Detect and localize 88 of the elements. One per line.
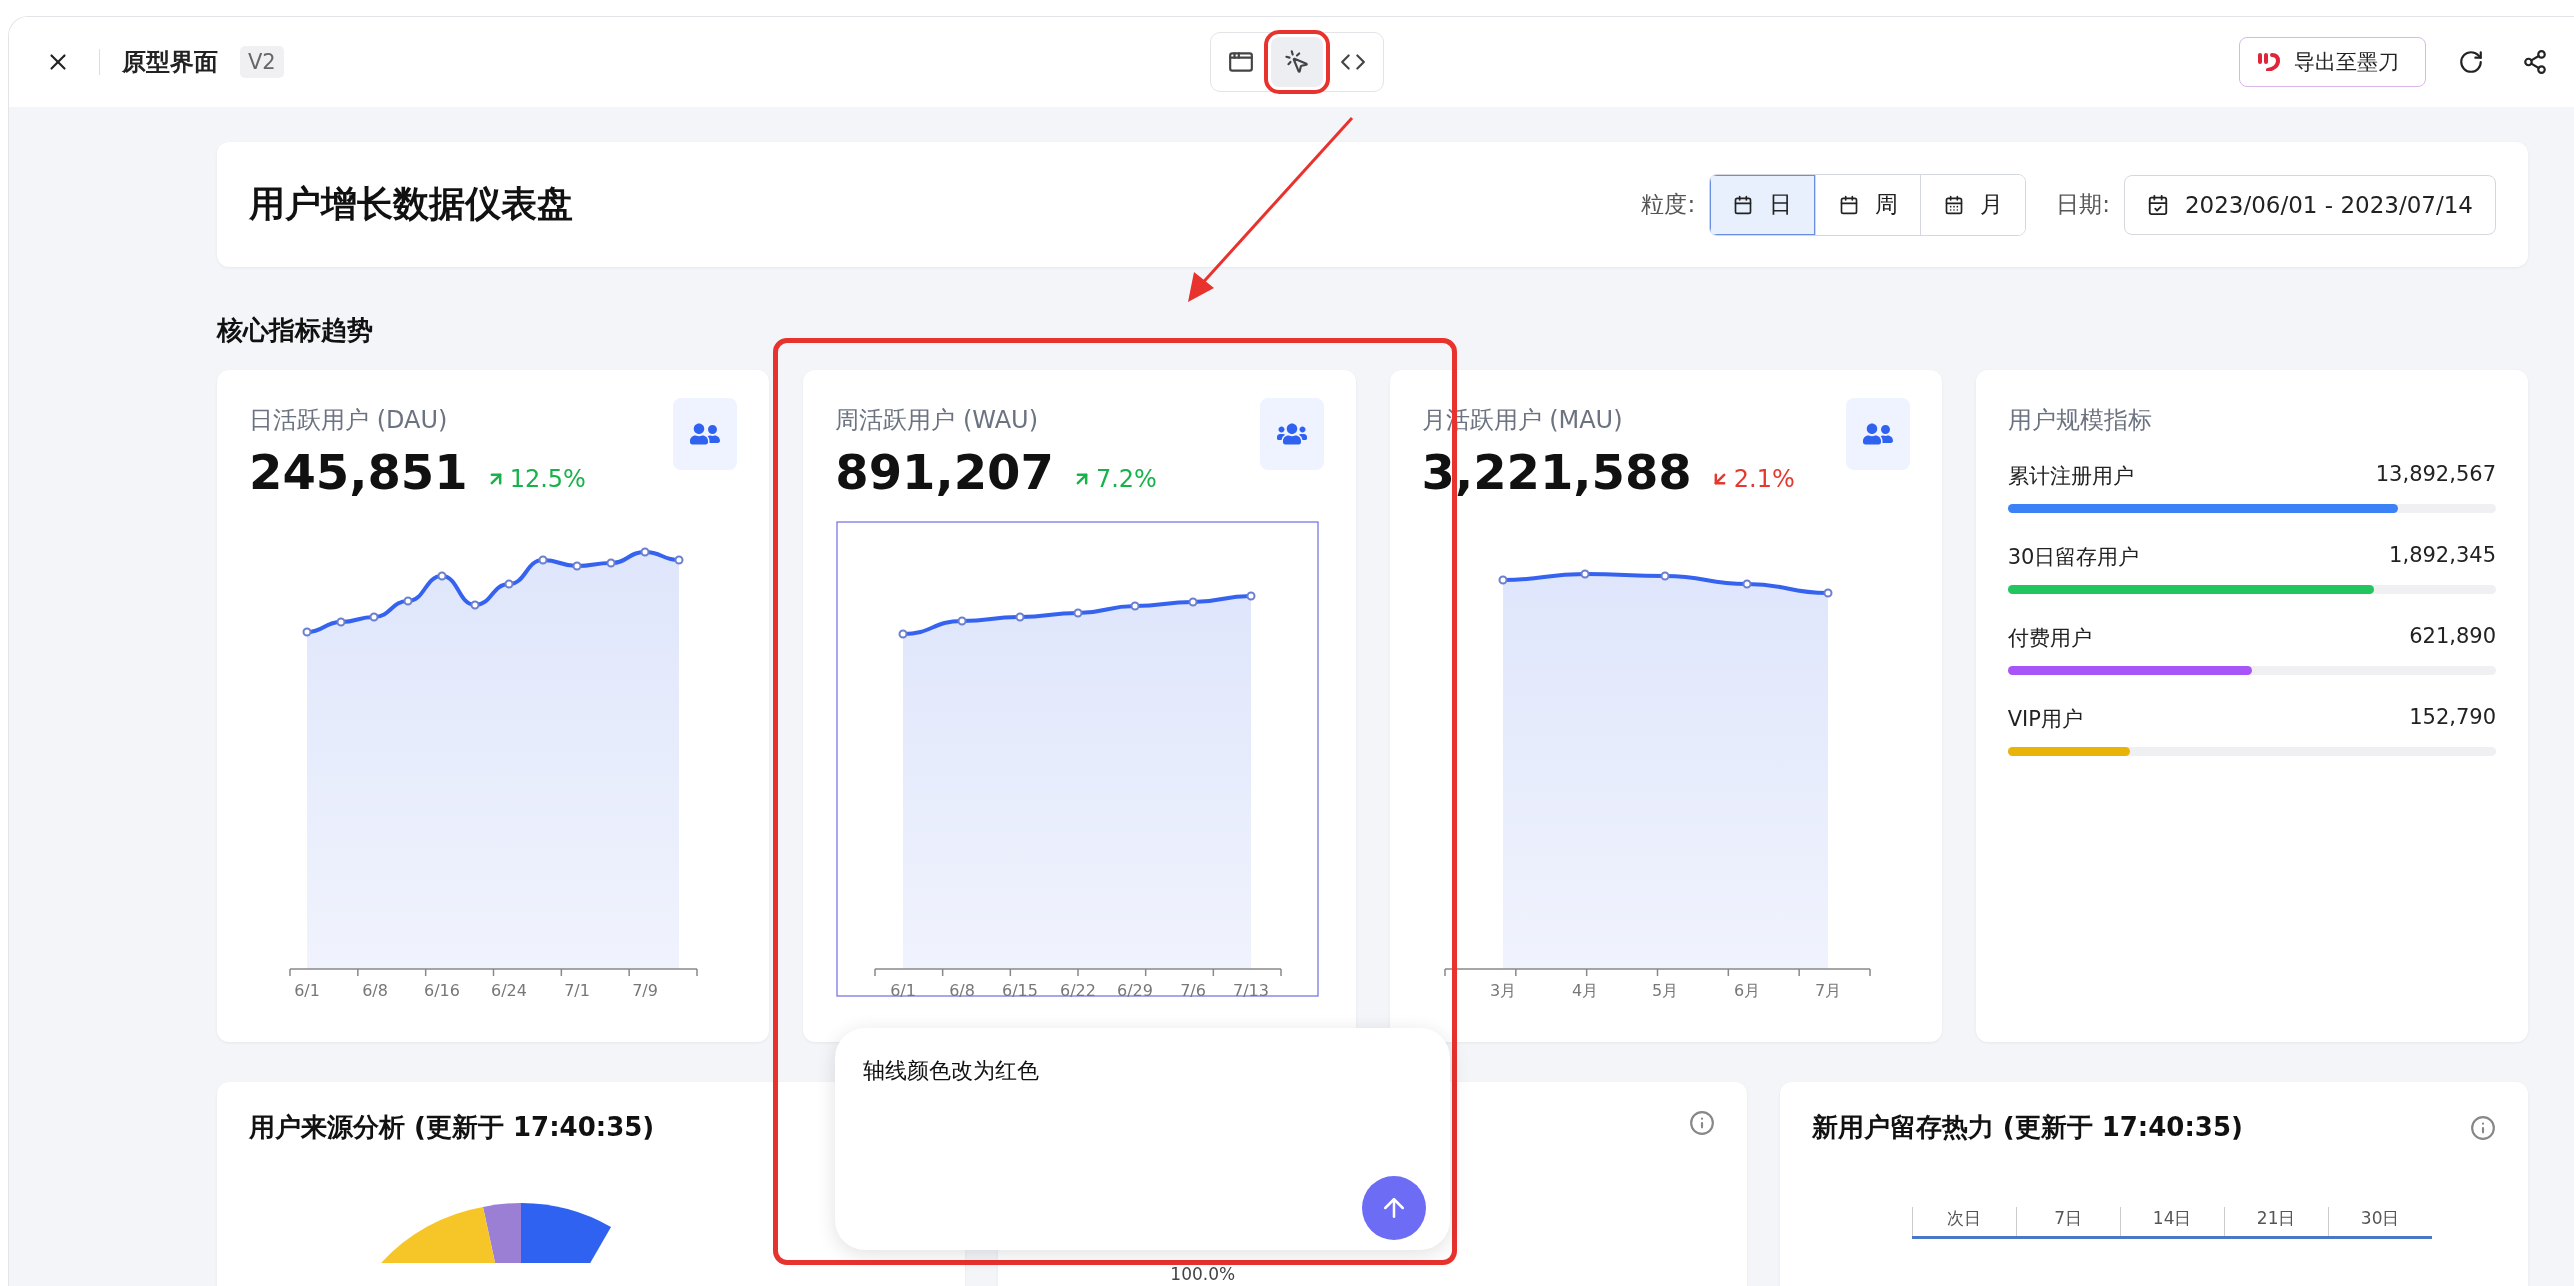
refresh-icon bbox=[2458, 49, 2484, 75]
scale-label: 付费用户 bbox=[2007, 625, 2092, 652]
data-point bbox=[437, 571, 447, 581]
app-title: 原型界面 bbox=[122, 47, 218, 78]
date-range-picker[interactable]: 2023/06/01 - 2023/07/14 bbox=[2123, 174, 2496, 235]
axis-label: 6/1 bbox=[294, 981, 320, 1000]
prompt-input[interactable]: 轴线颜色改为红色 bbox=[863, 1056, 1403, 1176]
axis-label: 4月 bbox=[1571, 981, 1598, 1000]
export-button[interactable]: 导出至墨刀 bbox=[2239, 37, 2426, 87]
axis-label: 6/8 bbox=[949, 981, 976, 1000]
axis-label: 7/13 bbox=[1233, 981, 1270, 1000]
axis-label: 7月 bbox=[1814, 981, 1841, 1000]
axis-label: 6/15 bbox=[1002, 981, 1039, 1000]
metric-value: 245,851 bbox=[249, 444, 468, 500]
axis-label: 6/24 bbox=[491, 981, 527, 1000]
card-title: 新用户留存热力 (更新于 17:40:35) bbox=[1811, 1111, 2243, 1144]
metric-change: 7.2% bbox=[1071, 465, 1157, 493]
calendar-icon bbox=[1733, 194, 1754, 215]
dashboard-title: 用户增长数据仪表盘 bbox=[249, 182, 573, 226]
section-title: 核心指标趋势 bbox=[217, 314, 374, 347]
calendar-icon bbox=[1838, 194, 1859, 215]
scale-value: 621,890 bbox=[2409, 624, 2496, 650]
axis-label: 7/9 bbox=[632, 981, 658, 1000]
calendar-check-icon bbox=[2146, 193, 2169, 216]
scale-label: 30日留存用户 bbox=[2007, 544, 2140, 571]
data-point bbox=[336, 617, 346, 627]
column-header: 30日 bbox=[2327, 1207, 2432, 1236]
info-icon[interactable] bbox=[1688, 1110, 1715, 1136]
date-label: 日期: bbox=[2056, 190, 2110, 219]
data-point bbox=[1015, 612, 1025, 622]
axis-label: 7/6 bbox=[1180, 981, 1207, 1000]
data-point bbox=[1130, 601, 1140, 611]
column-header: 21日 bbox=[2223, 1207, 2328, 1236]
metric-change: 12.5% bbox=[485, 465, 586, 493]
axis-label: 3月 bbox=[1489, 981, 1516, 1000]
data-point bbox=[302, 627, 312, 637]
scale-label: 累计注册用户 bbox=[2007, 463, 2134, 490]
data-point bbox=[572, 561, 582, 571]
column-header: 14日 bbox=[2119, 1207, 2224, 1236]
granularity-label: 粒度: bbox=[1641, 190, 1696, 219]
scale-value: 152,790 bbox=[2409, 705, 2496, 731]
axis-label: 6/1 bbox=[890, 981, 917, 1000]
logo-icon bbox=[2258, 53, 2282, 71]
calendar-icon bbox=[1943, 194, 1964, 215]
info-icon[interactable] bbox=[2470, 1114, 2496, 1141]
percent-label: 100.0% bbox=[1170, 1264, 1236, 1284]
data-point bbox=[403, 596, 413, 606]
axis-label: 5月 bbox=[1651, 981, 1678, 1000]
data-point bbox=[1498, 575, 1507, 585]
scale-label: VIP用户 bbox=[2007, 706, 2083, 733]
data-point bbox=[470, 600, 480, 610]
data-point bbox=[538, 555, 548, 565]
column-header: 次日 bbox=[1911, 1207, 2016, 1236]
scale-value: 13,892,567 bbox=[2375, 462, 2496, 488]
metric-value: 891,207 bbox=[835, 444, 1054, 500]
data-point bbox=[898, 629, 908, 639]
data-point bbox=[1823, 588, 1832, 598]
data-point bbox=[606, 558, 616, 568]
axis-label: 6/22 bbox=[1060, 981, 1097, 1000]
data-point bbox=[1660, 571, 1669, 581]
scale-value: 1,892,345 bbox=[2389, 543, 2496, 569]
version-badge: V2 bbox=[240, 46, 284, 78]
metric-title: 周活跃用户 (WAU) bbox=[835, 405, 1038, 436]
axis-label: 6/8 bbox=[362, 981, 388, 1000]
granularity-tab[interactable]: 月 bbox=[1920, 174, 2026, 235]
data-point bbox=[1246, 591, 1256, 601]
data-point bbox=[674, 555, 684, 565]
data-point bbox=[1188, 597, 1198, 607]
card-title: 用户来源分析 (更新于 17:40:35) bbox=[249, 1111, 656, 1144]
axis-label: 6月 bbox=[1733, 981, 1760, 1000]
data-point bbox=[504, 579, 514, 589]
axis-label: 6/29 bbox=[1117, 981, 1154, 1000]
scale-title: 用户规模指标 bbox=[2007, 405, 2153, 436]
granularity-tab[interactable]: 日 bbox=[1710, 174, 1816, 235]
data-point bbox=[957, 616, 967, 626]
window-icon bbox=[1227, 49, 1254, 75]
data-point bbox=[640, 547, 650, 557]
share-icon bbox=[2522, 49, 2548, 75]
data-point bbox=[1073, 608, 1083, 618]
data-point bbox=[1742, 579, 1751, 589]
metric-title: 日活跃用户 (DAU) bbox=[249, 405, 448, 436]
axis-label: 7/1 bbox=[564, 981, 590, 1000]
metric-change: 2.1% bbox=[1709, 465, 1795, 493]
cursor-click-icon bbox=[1283, 49, 1310, 75]
axis-label: 6/16 bbox=[424, 981, 460, 1000]
data-point bbox=[369, 612, 379, 622]
data-point bbox=[1580, 569, 1589, 579]
column-header: 7日 bbox=[2015, 1207, 2120, 1236]
